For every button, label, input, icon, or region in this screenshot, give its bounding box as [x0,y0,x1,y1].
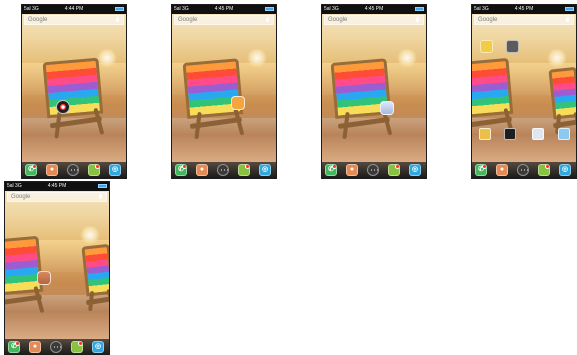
dragged-app-icon[interactable] [380,101,394,115]
notification-badge [332,165,336,169]
phone-icon[interactable]: ✆ [8,341,20,353]
apps-icon[interactable] [217,164,229,176]
microphone-icon[interactable] [99,194,102,199]
status-time: 4:44 PM [64,6,84,12]
messages-icon[interactable] [88,164,100,176]
status-bar: 5al 3G 4:44 PM [22,5,126,14]
app-dock: ✆ ● ◎ [322,162,426,178]
google-search-bar[interactable]: Google [7,192,107,202]
dragged-app-icon[interactable] [231,96,245,110]
status-bar: 5al 3G 4:45 PM [472,5,576,14]
apps-icon[interactable] [367,164,379,176]
status-time: 4:45 PM [514,6,534,12]
app-dock: ✆ ● ◎ [172,162,276,178]
browser-icon[interactable]: ◎ [259,164,271,176]
browser-icon[interactable]: ◎ [409,164,421,176]
battery-icon [115,7,124,11]
microphone-icon[interactable] [416,17,419,22]
app-row-icon[interactable] [479,128,491,140]
status-time: 4:45 PM [214,6,234,12]
app-shortcut-icon[interactable] [506,40,519,53]
app-row-icon[interactable] [558,128,570,140]
search-placeholder: Google [178,17,198,23]
battery-icon [265,7,274,11]
phone-screenshot-2: 5al 3G 4:45 PM Google ✆ ● ◎ [171,4,277,179]
phone-screenshot-4: 5al 3G 4:45 PM Google ✆ ● ◎ [471,4,577,179]
battery-icon [565,7,574,11]
status-bar: 5al 3G 4:45 PM [322,5,426,14]
contacts-icon[interactable]: ● [346,164,358,176]
phone-screenshot-5: 5al 3G 4:45 PM Google ✆ ● ◎ [4,181,110,355]
phone-icon[interactable]: ✆ [175,164,187,176]
messages-icon[interactable] [238,164,250,176]
notification-badge [95,165,99,169]
microphone-icon[interactable] [116,17,119,22]
beach-chair [177,57,264,146]
browser-icon[interactable]: ◎ [92,341,104,353]
dragged-app-icon[interactable] [56,100,70,114]
app-dock: ✆ ● ◎ [472,162,576,178]
app-dock: ✆ ● ◎ [22,162,126,178]
search-placeholder: Google [328,17,348,23]
notification-badge [395,165,399,169]
app-row-icon[interactable] [532,128,544,140]
google-search-bar[interactable]: Google [474,15,574,25]
notification-badge [482,165,486,169]
screenshot-gallery: 5al 3G 4:44 PM Google ✆ ● ◎ 5al 3G 4:45 … [0,0,577,355]
microphone-icon[interactable] [266,17,269,22]
notification-badge [182,165,186,169]
search-placeholder: Google [478,17,498,23]
google-search-bar[interactable]: Google [324,15,424,25]
phone-screenshot-1: 5al 3G 4:44 PM Google ✆ ● ◎ [21,4,127,179]
battery-icon [415,7,424,11]
contacts-icon[interactable]: ● [46,164,58,176]
status-time: 4:45 PM [47,183,67,189]
search-placeholder: Google [28,17,48,23]
search-placeholder: Google [11,194,31,200]
dragged-app-icon[interactable] [37,271,51,285]
apps-icon[interactable] [517,164,529,176]
google-search-bar[interactable]: Google [24,15,124,25]
app-shortcut-icon[interactable] [480,40,493,53]
notification-badge [545,165,549,169]
contacts-icon[interactable]: ● [29,341,41,353]
messages-icon[interactable] [388,164,400,176]
status-time: 4:45 PM [364,6,384,12]
browser-icon[interactable]: ◎ [109,164,121,176]
app-dock: ✆ ● ◎ [5,339,109,355]
chair-back [81,243,109,297]
beach-chair [325,57,412,146]
notification-badge [32,165,36,169]
phone-screenshot-3: 5al 3G 4:45 PM Google ✆ ● ◎ [321,4,427,179]
notification-badge [245,165,249,169]
battery-icon [98,184,107,188]
contacts-icon[interactable]: ● [196,164,208,176]
phone-icon[interactable]: ✆ [475,164,487,176]
chair-back [548,66,576,120]
messages-icon[interactable] [538,164,550,176]
phone-icon[interactable]: ✆ [325,164,337,176]
browser-icon[interactable]: ◎ [559,164,571,176]
beach-chair [37,57,110,144]
notification-badge [15,342,19,346]
notification-badge [78,342,82,346]
messages-icon[interactable] [71,341,83,353]
app-row-icon[interactable] [504,128,516,140]
status-bar: 5al 3G 4:45 PM [172,5,276,14]
contacts-icon[interactable]: ● [496,164,508,176]
microphone-icon[interactable] [566,17,569,22]
apps-icon[interactable] [67,164,79,176]
status-bar: 5al 3G 4:45 PM [5,182,109,191]
chair-seat [472,116,512,129]
google-search-bar[interactable]: Google [174,15,274,25]
apps-icon[interactable] [50,341,62,353]
phone-icon[interactable]: ✆ [25,164,37,176]
